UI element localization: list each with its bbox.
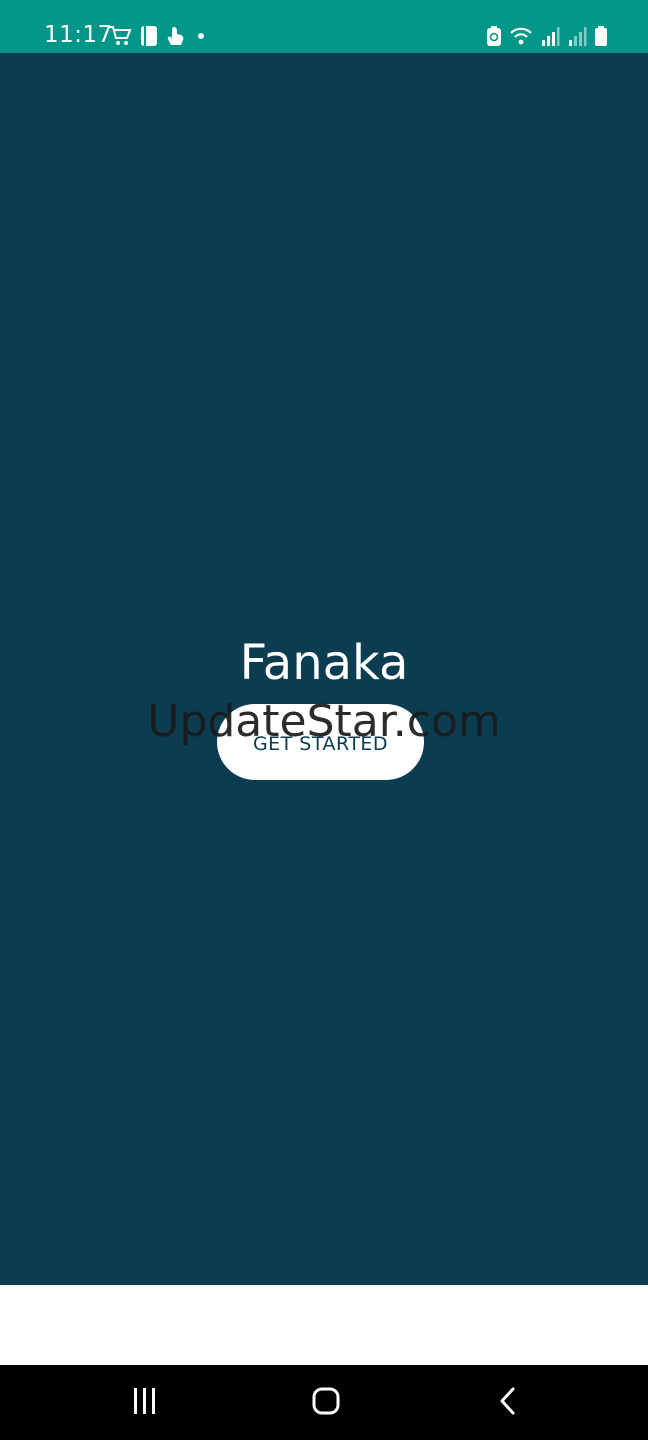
notes-icon	[140, 25, 158, 47]
shopping-cart-icon	[108, 25, 132, 47]
back-button[interactable]	[488, 1385, 528, 1421]
navigation-bar	[0, 1365, 648, 1440]
signal-1-icon	[540, 25, 560, 47]
signal-2-icon	[567, 25, 587, 47]
dot-icon	[194, 25, 208, 47]
recent-apps-icon	[131, 1386, 159, 1421]
back-icon	[496, 1386, 520, 1421]
status-icons-left	[108, 24, 208, 48]
battery-icon	[594, 25, 608, 47]
hand-icon	[166, 25, 186, 47]
bottom-blank-area	[0, 1285, 648, 1365]
battery-saver-icon	[486, 25, 502, 47]
status-bar: 11:17	[0, 0, 648, 53]
recent-apps-button[interactable]	[125, 1385, 165, 1421]
home-icon	[311, 1386, 341, 1421]
wifi-icon	[509, 25, 533, 47]
status-time: 11:17	[44, 22, 113, 48]
get-started-button[interactable]: GET STARTED	[217, 704, 424, 780]
home-button[interactable]	[306, 1385, 346, 1421]
status-icons-right	[486, 24, 608, 48]
app-title: Fanaka	[239, 635, 409, 691]
main-screen: Fanaka	[0, 53, 648, 1285]
